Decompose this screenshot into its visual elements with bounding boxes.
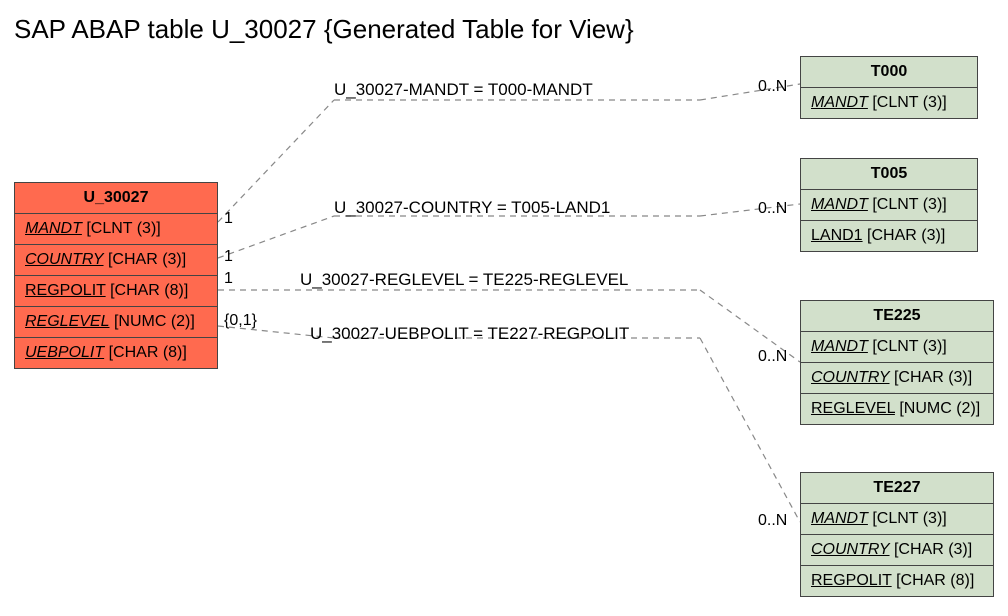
card-left-3: {0,1} [224,312,257,330]
entity-u30027-field-mandt: MANDT [CLNT (3)] [15,214,217,245]
field-name: REGPOLIT [811,572,892,589]
entity-te227: TE227 MANDT [CLNT (3)] COUNTRY [CHAR (3)… [800,472,994,597]
card-left-2: 1 [224,270,233,288]
field-type: [CLNT (3)] [872,510,946,527]
entity-te225-field-mandt: MANDT [CLNT (3)] [801,332,993,363]
relation-label-0: U_30027-MANDT = T000-MANDT [334,80,593,100]
field-type: [NUMC (2)] [114,313,195,330]
field-type: [NUMC (2)] [899,400,980,417]
field-type: [CHAR (3)] [108,251,186,268]
entity-t000-header: T000 [801,57,977,88]
entity-te225-header: TE225 [801,301,993,332]
entity-u30027-field-regpolit: REGPOLIT [CHAR (8)] [15,276,217,307]
field-type: [CHAR (8)] [110,282,188,299]
field-type: [CLNT (3)] [86,220,160,237]
field-type: [CLNT (3)] [872,338,946,355]
entity-u30027-field-reglevel: REGLEVEL [NUMC (2)] [15,307,217,338]
field-name: REGPOLIT [25,282,106,299]
relation-label-1: U_30027-COUNTRY = T005-LAND1 [334,198,610,218]
field-name: MANDT [811,510,868,527]
card-right-2: 0..N [758,348,787,366]
field-name: COUNTRY [25,251,104,268]
entity-t005-field-mandt: MANDT [CLNT (3)] [801,190,977,221]
page-title: SAP ABAP table U_30027 {Generated Table … [14,14,634,45]
relation-label-2: U_30027-REGLEVEL = TE225-REGLEVEL [300,270,628,290]
relation-label-3: U_30027-UEBPOLIT = TE227-REGPOLIT [310,324,629,344]
field-type: [CHAR (3)] [894,369,972,386]
entity-te227-field-regpolit: REGPOLIT [CHAR (8)] [801,566,993,596]
field-name: UEBPOLIT [25,344,104,361]
entity-te227-header: TE227 [801,473,993,504]
entity-te225: TE225 MANDT [CLNT (3)] COUNTRY [CHAR (3)… [800,300,994,425]
entity-u30027-field-uebpolit: UEBPOLIT [CHAR (8)] [15,338,217,368]
field-name: COUNTRY [811,541,890,558]
field-name: COUNTRY [811,369,890,386]
card-left-0: 1 [224,210,233,228]
field-name: MANDT [811,338,868,355]
entity-t000: T000 MANDT [CLNT (3)] [800,56,978,119]
entity-t000-field-mandt: MANDT [CLNT (3)] [801,88,977,118]
entity-t005-field-land1: LAND1 [CHAR (3)] [801,221,977,251]
field-type: [CHAR (3)] [894,541,972,558]
entity-te227-field-mandt: MANDT [CLNT (3)] [801,504,993,535]
entity-t005: T005 MANDT [CLNT (3)] LAND1 [CHAR (3)] [800,158,978,252]
entity-t005-header: T005 [801,159,977,190]
field-name: MANDT [811,196,868,213]
field-name: REGLEVEL [811,400,895,417]
field-type: [CHAR (8)] [896,572,974,589]
entity-te225-field-country: COUNTRY [CHAR (3)] [801,363,993,394]
field-type: [CLNT (3)] [872,94,946,111]
entity-u30027-field-country: COUNTRY [CHAR (3)] [15,245,217,276]
field-type: [CHAR (8)] [109,344,187,361]
field-name: REGLEVEL [25,313,109,330]
field-name: MANDT [811,94,868,111]
field-type: [CLNT (3)] [872,196,946,213]
field-name: LAND1 [811,227,863,244]
entity-u30027-header: U_30027 [15,183,217,214]
field-type: [CHAR (3)] [867,227,945,244]
card-right-1: 0..N [758,200,787,218]
field-name: MANDT [25,220,82,237]
card-right-3: 0..N [758,512,787,530]
entity-te227-field-country: COUNTRY [CHAR (3)] [801,535,993,566]
card-left-1: 1 [224,248,233,266]
entity-u30027: U_30027 MANDT [CLNT (3)] COUNTRY [CHAR (… [14,182,218,369]
entity-te225-field-reglevel: REGLEVEL [NUMC (2)] [801,394,993,424]
card-right-0: 0..N [758,78,787,96]
